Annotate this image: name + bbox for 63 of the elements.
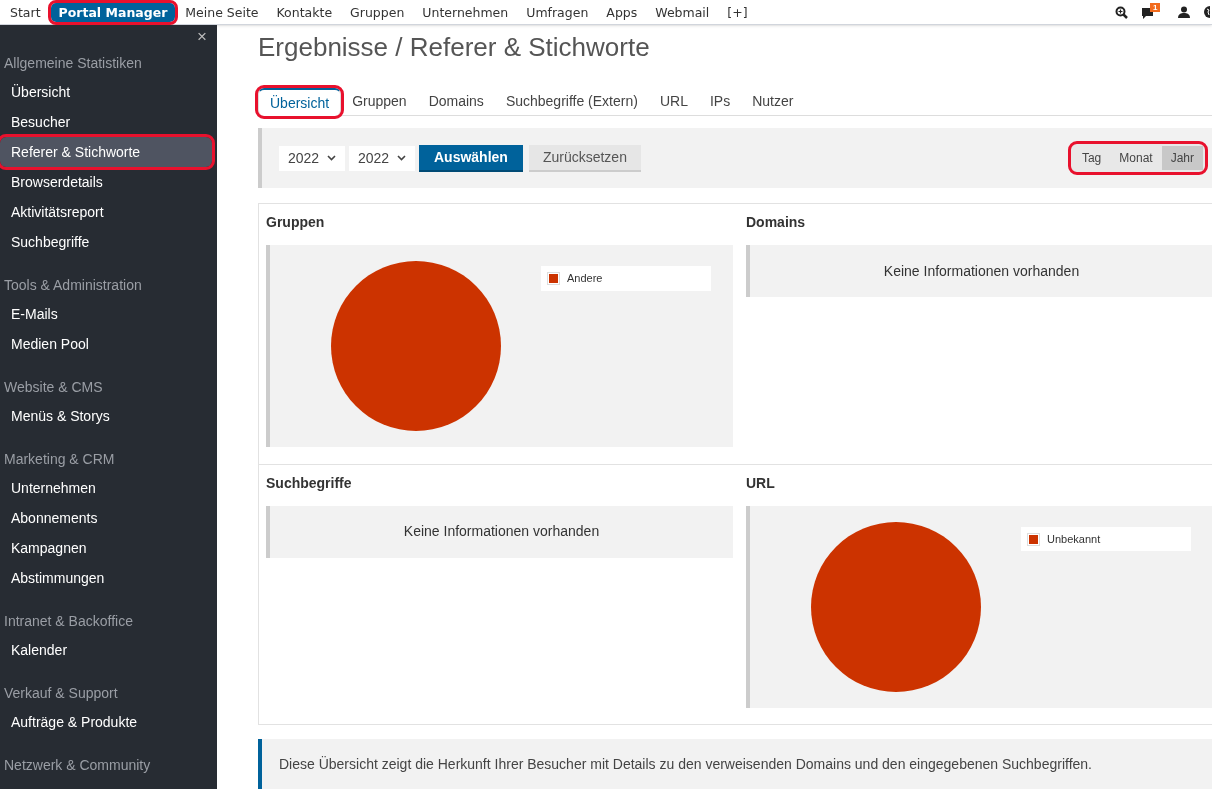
sidebar-section-title: Marketing & CRM	[3, 450, 116, 469]
nav-link[interactable]: Start	[2, 2, 49, 22]
nav-link[interactable]: Portal Manager	[50, 2, 176, 22]
nav-link[interactable]: Apps	[598, 2, 646, 22]
sidebar-section-title: Intranet & Backoffice	[3, 612, 134, 631]
panel-title: Suchbegriffe	[266, 473, 353, 491]
tab[interactable]: IPs	[698, 87, 742, 115]
sidebar-item[interactable]: Suchbegriffe	[0, 227, 212, 257]
close-button[interactable]: ×	[197, 28, 207, 49]
tab[interactable]: Gruppen	[341, 87, 418, 115]
period-option[interactable]: Tag	[1072, 146, 1111, 171]
tab[interactable]: Domains	[417, 87, 495, 115]
globe-icon[interactable]	[1204, 6, 1212, 18]
tab[interactable]: Übersicht	[258, 88, 342, 116]
empty-message: Keine Informationen vorhanden	[883, 261, 1080, 281]
zoom-icon[interactable]	[1115, 5, 1128, 19]
sidebar-item[interactable]: Unternehmen	[0, 473, 212, 503]
sidebar-item[interactable]: Browserdetails	[0, 167, 212, 197]
legend-label: Unbekannt	[1047, 531, 1101, 547]
sidebar-item[interactable]: Abonnements	[0, 503, 212, 533]
sidebar-item[interactable]: Aufträge & Produkte	[0, 707, 212, 737]
panel-title: Gruppen	[266, 213, 326, 231]
panel-title: URL	[746, 473, 776, 491]
notification-badge: 1	[1150, 3, 1161, 12]
nav-link[interactable]: Meine Seite	[177, 2, 267, 22]
sidebar-item[interactable]: Übersicht	[0, 77, 212, 107]
nav-link[interactable]: Umfragen	[518, 2, 597, 22]
sidebar-item[interactable]: E-Mails	[0, 299, 212, 329]
nav-link[interactable]: [+]	[719, 2, 756, 22]
empty-message: Keine Informationen vorhanden	[403, 522, 600, 542]
nav-link[interactable]: Gruppen	[342, 2, 413, 22]
sidebar-section-title: Allgemeine Statistiken	[3, 54, 143, 73]
info-text: Diese Übersicht zeigt die Herkunft Ihrer Besucher mit Details zu den verweisenden Domains und den eingegebenen Suchbegriffen.	[279, 755, 1093, 775]
year-select[interactable]: 2022	[279, 145, 345, 171]
sidebar-item[interactable]: Aktivitätsreport	[0, 197, 212, 227]
tab[interactable]: Nutzer	[741, 87, 805, 115]
sidebar-item[interactable]: Menüs & Storys	[0, 401, 212, 431]
legend-label: Andere	[567, 271, 603, 287]
year-select[interactable]: 2022	[349, 145, 415, 171]
tab[interactable]: Suchbegriffe (Extern)	[494, 87, 649, 115]
period-option[interactable]: Monat	[1110, 146, 1162, 171]
sidebar-section-title: Website & CMS	[3, 378, 104, 397]
sidebar-section-title: Tools & Administration	[3, 276, 143, 295]
sidebar-item[interactable]: Kampagnen	[0, 533, 212, 563]
page-title: Ergebnisse / Referer & Stichworte	[258, 32, 651, 62]
sidebar-item[interactable]: Referer & Stichworte	[0, 137, 212, 167]
tab[interactable]: URL	[648, 87, 699, 115]
sidebar-section-title: Verkauf & Support	[3, 684, 119, 703]
user-icon[interactable]	[1178, 6, 1190, 18]
reset-button[interactable]: Zurücksetzen	[528, 144, 641, 172]
period-option[interactable]: Jahr	[1161, 146, 1203, 171]
sidebar-item[interactable]: Kalender	[0, 635, 212, 665]
nav-link[interactable]: Webmail	[647, 2, 718, 22]
panel-title: Domains	[746, 213, 807, 231]
sidebar-section-title: Netzwerk & Community	[3, 756, 152, 775]
nav-link[interactable]: Kontakte	[268, 2, 341, 22]
sidebar-item[interactable]: Besucher	[0, 107, 212, 137]
select-button[interactable]: Auswählen	[419, 144, 523, 172]
sidebar-item[interactable]: Medien Pool	[0, 329, 212, 359]
nav-link[interactable]: Unternehmen	[414, 2, 517, 22]
chevron-icon	[397, 155, 406, 162]
sidebar-item[interactable]: Abstimmungen	[0, 563, 212, 593]
chevron-icon	[327, 155, 336, 162]
